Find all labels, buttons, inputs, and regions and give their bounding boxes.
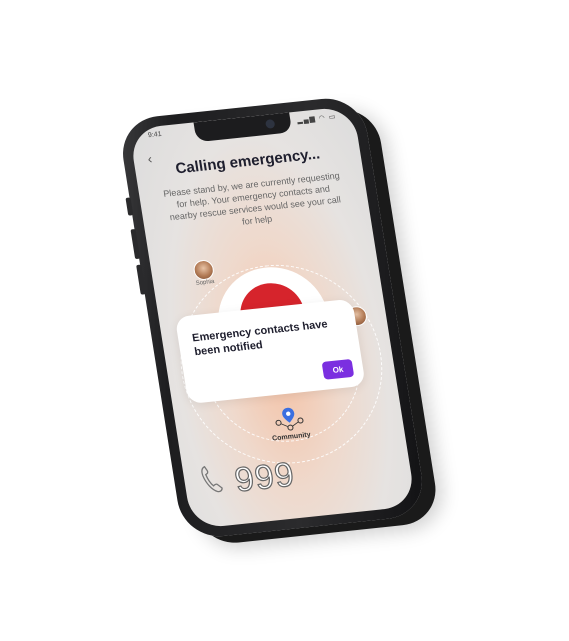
ok-button[interactable]: Ok — [321, 358, 355, 380]
emergency-number: 999 — [231, 455, 298, 500]
stage: 9:41 ▂▄▆ ◠ ▭ ‹ Calling emergency... Plea… — [0, 0, 569, 641]
phone-call-icon — [201, 465, 223, 493]
notification-dialog: Emergency contacts have been notified Ok — [174, 298, 366, 405]
camera-icon — [264, 119, 275, 129]
status-time: 9:41 — [147, 130, 163, 140]
status-icons: ▂▄▆ ◠ ▭ — [296, 113, 337, 125]
dialog-message: Emergency contacts have been notified — [191, 318, 329, 359]
contact-name: Sophia — [195, 278, 215, 287]
page-subtitle: Please stand by, we are currently reques… — [162, 170, 342, 227]
community-icon[interactable] — [270, 404, 308, 433]
contact-avatar[interactable] — [192, 259, 216, 281]
phone-mockup: 9:41 ▂▄▆ ◠ ▭ ‹ Calling emergency... Plea… — [117, 94, 428, 541]
